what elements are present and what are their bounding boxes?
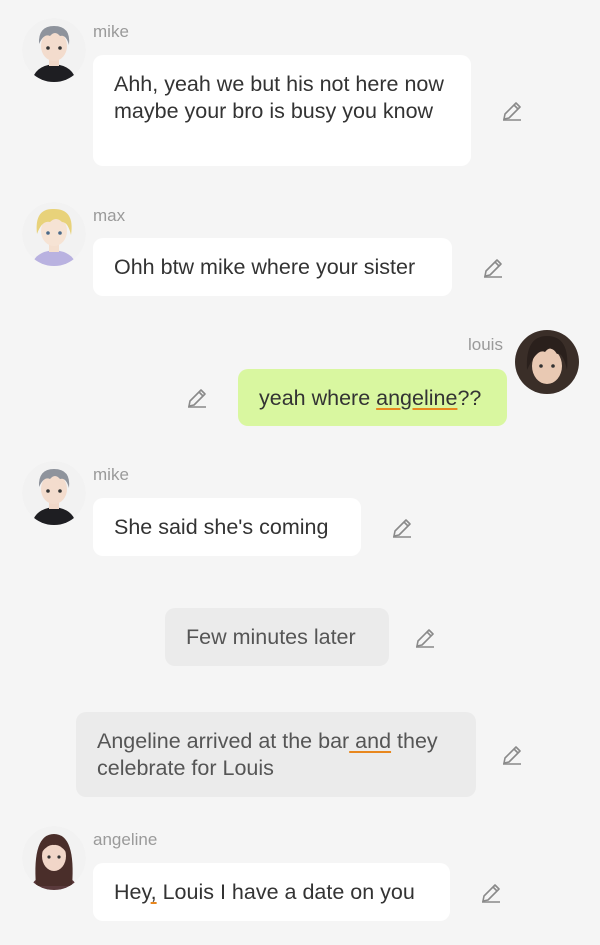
avatar-max: [22, 202, 86, 266]
message-bubble: yeah where angeline??: [238, 369, 507, 426]
message-text: She said she's coming: [114, 515, 329, 539]
narration-text: Few minutes later: [186, 625, 356, 649]
message-bubble: Hey, Louis I have a date on you: [93, 863, 450, 921]
pencil-icon[interactable]: [479, 881, 503, 905]
sender-name: louis: [468, 335, 503, 354]
pencil-icon[interactable]: [185, 386, 209, 410]
pencil-icon[interactable]: [500, 99, 524, 123]
pencil-icon[interactable]: [390, 516, 414, 540]
message-bubble: Ohh btw mike where your sister: [93, 238, 452, 296]
pencil-icon[interactable]: [413, 626, 437, 650]
message-bubble: She said she's coming: [93, 498, 361, 556]
pencil-icon[interactable]: [481, 256, 505, 280]
pencil-icon[interactable]: [500, 743, 524, 767]
sender-name: mike: [93, 22, 129, 41]
narration-bubble: Angeline arrived at the bar and they cel…: [76, 712, 476, 797]
avatar-louis: [515, 330, 579, 394]
sender-name: mike: [93, 465, 129, 484]
spellcheck-word: and: [349, 729, 392, 753]
avatar-mike: [22, 18, 86, 82]
message-text: Hey: [114, 880, 151, 904]
message-bubble: Ahh, yeah we but his not here now maybe …: [93, 55, 471, 166]
message-text: Ahh, yeah we but his not here now maybe …: [114, 72, 444, 123]
sender-name: angeline: [93, 830, 158, 849]
avatar-mike: [22, 461, 86, 525]
narration-bubble: Few minutes later: [165, 608, 389, 666]
message-text: Louis I have a date on you: [156, 880, 415, 904]
message-text: Ohh btw mike where your sister: [114, 255, 416, 279]
avatar-angeline: [22, 826, 86, 890]
message-text: yeah where: [259, 386, 377, 410]
narration-text: Angeline arrived at the bar: [97, 729, 350, 753]
spellcheck-word: angeline: [376, 386, 458, 410]
sender-name: max: [93, 206, 126, 225]
message-text: ??: [457, 386, 482, 410]
